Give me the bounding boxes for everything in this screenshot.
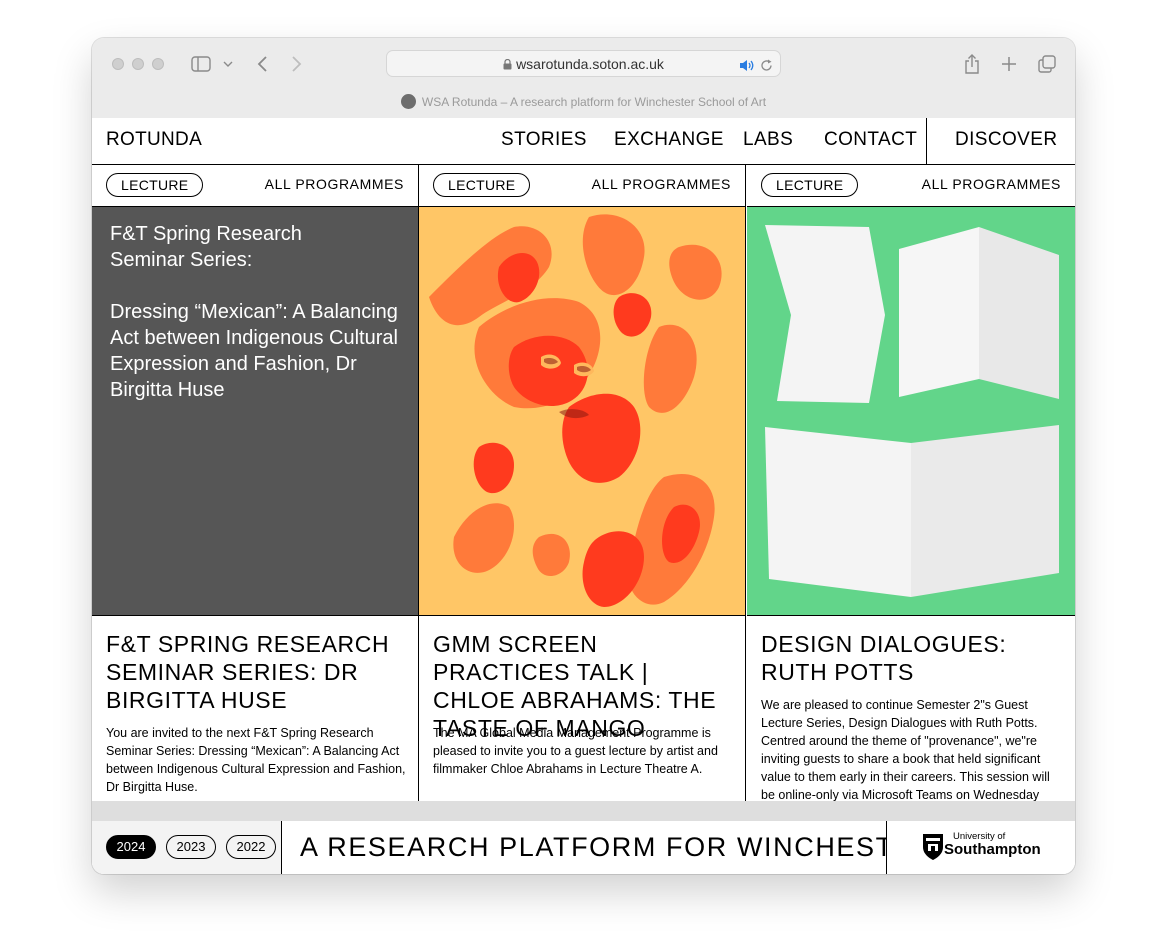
all-programmes-link[interactable]: ALL PROGRAMMES (922, 176, 1061, 192)
card-description: You are invited to the next F&T Spring R… (106, 726, 406, 794)
event-card: LECTURE ALL PROGRAMMES GMM SCREEN PRACTI… (419, 164, 746, 801)
back-icon[interactable] (252, 52, 272, 76)
card-tag-row: LECTURE ALL PROGRAMMES (92, 164, 418, 207)
lock-icon (503, 57, 512, 73)
open-books-image (765, 225, 1059, 597)
tab-overview-icon[interactable] (1036, 52, 1058, 76)
share-icon[interactable] (961, 52, 983, 76)
reload-icon[interactable] (760, 57, 773, 76)
window-controls (112, 58, 164, 70)
card-title[interactable]: DESIGN DIALOGUES: RUTH POTTS (761, 630, 1061, 686)
all-programmes-link[interactable]: ALL PROGRAMMES (265, 176, 404, 192)
tab-title[interactable]: WSA Rotunda – A research platform for Wi… (92, 94, 1075, 109)
browser-toolbar: wsarotunda.soton.ac.uk WSA Rotunda – A r… (92, 38, 1075, 119)
portrait-collage-image (429, 214, 722, 607)
year-filter: 2024 2023 2022 (92, 821, 282, 874)
ticker-text: A RESEARCH PLATFORM FOR WINCHESTER (300, 832, 887, 862)
all-programmes-link[interactable]: ALL PROGRAMMES (592, 176, 731, 192)
nav-discover[interactable]: DISCOVER (955, 129, 1057, 151)
minimize-window-button[interactable] (132, 58, 144, 70)
speaker-icon[interactable] (739, 57, 754, 76)
forward-icon[interactable] (287, 52, 307, 76)
url-label: wsarotunda.soton.ac.uk (516, 56, 664, 72)
tag-pill[interactable]: LECTURE (761, 173, 859, 197)
favicon-icon (400, 94, 416, 109)
year-2023-button[interactable]: 2023 (166, 835, 216, 859)
site-footer: 2024 2023 2022 A RESEARCH PLATFORM FOR W… (92, 821, 1075, 874)
poster-series-text: F&T Spring Research Seminar Series: (110, 223, 302, 271)
card-description: We are pleased to continue Semester 2"s … (761, 698, 1050, 801)
card-description: The MA Global Media Management Programme… (433, 726, 718, 776)
zoom-window-button[interactable] (152, 58, 164, 70)
nav-stories[interactable]: STORIES (501, 129, 587, 151)
event-poster[interactable]: F&T Spring Research Seminar Series: Dres… (92, 207, 418, 616)
university-name-text: Southampton (944, 841, 1041, 858)
nav-divider (926, 118, 927, 164)
nav-labs[interactable]: LABS (743, 129, 793, 151)
chevron-down-icon[interactable] (222, 52, 234, 76)
card-title[interactable]: F&T SPRING RESEARCH SEMINAR SERIES: DR B… (106, 630, 406, 714)
tagline-ticker: A RESEARCH PLATFORM FOR WINCHESTER (282, 821, 887, 874)
nav-exchange[interactable]: EXCHANGE (614, 129, 724, 151)
card-tag-row: LECTURE ALL PROGRAMMES (419, 164, 745, 207)
tab-title-text: WSA Rotunda – A research platform for Wi… (421, 95, 767, 109)
poster-title-text: Dressing “Mexican”: A Balancing Act betw… (110, 301, 398, 401)
nav-contact[interactable]: CONTACT (824, 129, 917, 151)
year-2024-button[interactable]: 2024 (106, 835, 156, 859)
event-poster[interactable] (419, 207, 745, 616)
sidebar-toggle-icon[interactable] (190, 52, 212, 76)
url-text: wsarotunda.soton.ac.uk (387, 56, 780, 73)
tag-pill[interactable]: LECTURE (433, 173, 531, 197)
tag-pill[interactable]: LECTURE (106, 173, 204, 197)
browser-window: wsarotunda.soton.ac.uk WSA Rotunda – A r… (92, 38, 1075, 874)
content-fade-bar (92, 801, 1075, 822)
event-poster[interactable] (747, 207, 1075, 616)
close-window-button[interactable] (112, 58, 124, 70)
new-tab-icon[interactable] (998, 52, 1020, 76)
address-bar[interactable]: wsarotunda.soton.ac.uk (386, 50, 781, 77)
year-2022-button[interactable]: 2022 (226, 835, 276, 859)
event-card: LECTURE ALL PROGRAMMES F&T Spring Resear… (92, 164, 419, 801)
event-card: LECTURE ALL PROGRAMMES DESIGN DIALOGUES:… (747, 164, 1075, 801)
web-page: ROTUNDA STORIES EXCHANGE LABS CONTACT DI… (92, 118, 1075, 874)
crest-icon (923, 834, 943, 860)
university-logo[interactable]: University of Southampton (922, 831, 1052, 865)
site-logo[interactable]: ROTUNDA (106, 129, 202, 151)
card-tag-row: LECTURE ALL PROGRAMMES (747, 164, 1075, 207)
site-header: ROTUNDA STORIES EXCHANGE LABS CONTACT DI… (92, 118, 1075, 165)
